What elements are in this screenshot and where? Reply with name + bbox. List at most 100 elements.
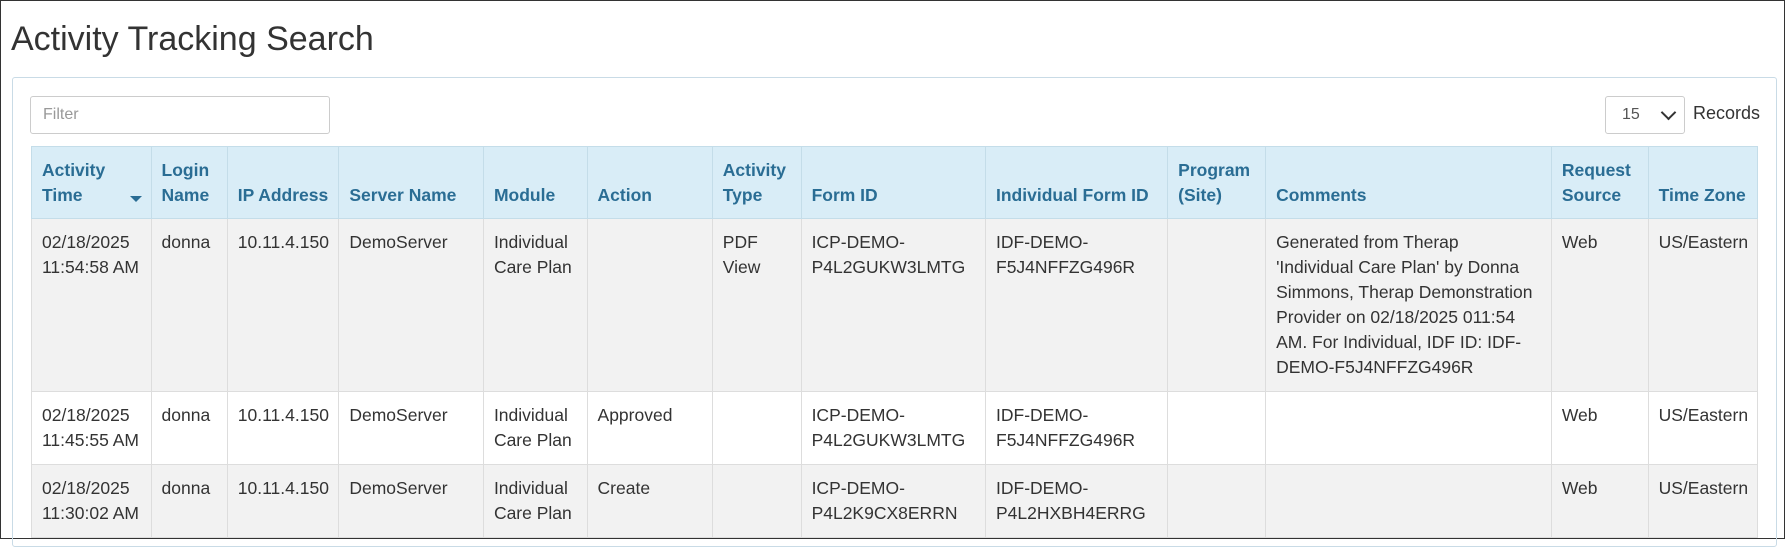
cell-server-name: DemoServer xyxy=(338,391,484,465)
cell-text: Individual xyxy=(493,232,568,252)
cell-text: IDF-DEMO- xyxy=(996,405,1089,425)
table-row[interactable]: 02/18/2025 11:30:02 AM donna 10.11.4.150 Dem… xyxy=(31,464,1759,538)
cell-text: 11:45:55 AM xyxy=(42,430,139,450)
cell-text: US/Eastern xyxy=(1658,478,1749,498)
column-header-individual-form-id[interactable]: Individual Form ID xyxy=(984,146,1169,219)
cell-action: Approved xyxy=(586,391,713,465)
cell-login-name: donna xyxy=(150,391,228,465)
cell-activity-type xyxy=(711,464,802,538)
cell-comments xyxy=(1265,464,1552,538)
cell-login-name: donna xyxy=(150,464,228,538)
cell-text: DEMO-F5J4NFFZG496R xyxy=(1276,357,1474,377)
cell-text: DemoServer xyxy=(349,405,448,425)
column-header-label: Type xyxy=(722,185,763,205)
cell-form-id: ICP-DEMO- P4L2GUKW3LMTG xyxy=(800,391,987,465)
column-header-login-name[interactable]: Login Name xyxy=(150,146,228,219)
column-header-label xyxy=(996,158,1157,183)
cell-text: Care Plan xyxy=(493,503,572,523)
column-header-activity-type[interactable]: Activity Type xyxy=(711,146,802,219)
cell-text: Web xyxy=(1561,405,1598,425)
column-header-label: (Site) xyxy=(1178,185,1222,205)
column-header-label: Name xyxy=(161,185,210,205)
cell-action: Create xyxy=(586,464,713,538)
cell-text: DemoServer xyxy=(349,478,448,498)
table-body: 02/18/2025 11:54:58 AM donna 10.11.4.150 Dem… xyxy=(31,218,1759,538)
filter-input[interactable] xyxy=(30,96,330,134)
header-row: Activity Time Login Name IP Address Server … xyxy=(31,146,1759,219)
column-header-ip-address[interactable]: IP Address xyxy=(226,146,340,219)
cell-text: Create xyxy=(597,478,651,498)
cell-time-zone: US/Eastern xyxy=(1647,391,1759,465)
cell-individual-form-id: IDF-DEMO- F5J4NFFZG496R xyxy=(984,218,1169,392)
column-header-label: Individual Form ID xyxy=(996,185,1149,205)
cell-server-name: DemoServer xyxy=(338,218,484,392)
column-header-comments[interactable]: Comments xyxy=(1265,146,1552,219)
column-header-label: Time xyxy=(42,185,83,205)
cell-text: IDF-DEMO- xyxy=(996,232,1089,252)
cell-text: donna xyxy=(161,405,211,425)
cell-form-id: ICP-DEMO- P4L2K9CX8ERRN xyxy=(800,464,987,538)
cell-text: PDF xyxy=(722,232,758,252)
table-header: Activity Time Login Name IP Address Server … xyxy=(31,146,1759,219)
column-header-module[interactable]: Module xyxy=(482,146,588,219)
cell-text: View xyxy=(722,257,761,277)
table-row[interactable]: 02/18/2025 11:54:58 AM donna 10.11.4.150 Dem… xyxy=(31,218,1759,392)
column-header-time-zone[interactable]: Time Zone xyxy=(1647,146,1759,219)
table-row[interactable]: 02/18/2025 11:45:55 AM donna 10.11.4.150 Dem… xyxy=(31,391,1759,465)
cell-program-site xyxy=(1167,218,1267,392)
records-per-page-select[interactable]: 15 xyxy=(1605,96,1685,134)
cell-ip-address: 10.11.4.150 xyxy=(226,218,340,392)
cell-text: 11:30:02 AM xyxy=(42,503,139,523)
column-header-label: Time Zone xyxy=(1658,185,1746,205)
column-header-label xyxy=(238,158,329,183)
cell-text: F5J4NFFZG496R xyxy=(996,430,1136,450)
cell-text: Individual xyxy=(493,405,568,425)
column-header-action[interactable]: Action xyxy=(586,146,713,219)
column-header-label xyxy=(349,158,473,183)
cell-text: ICP-DEMO- xyxy=(811,232,905,252)
cell-module: Individual Care Plan xyxy=(482,391,588,465)
cell-text: 02/18/2025 xyxy=(42,478,130,498)
cell-comments: Generated from Therap 'Individual Care Pl… xyxy=(1265,218,1552,392)
cell-text: 11:54:58 AM xyxy=(42,257,139,277)
cell-text: ICP-DEMO- xyxy=(811,478,905,498)
cell-text: 10.11.4.150 xyxy=(237,232,329,252)
cell-program-site xyxy=(1167,464,1267,538)
cell-text: Care Plan xyxy=(493,257,572,277)
cell-program-site xyxy=(1167,391,1267,465)
chevron-down-icon xyxy=(1660,104,1677,121)
column-header-activity-time[interactable]: Activity Time xyxy=(31,146,152,219)
sort-desc-icon[interactable] xyxy=(129,196,142,202)
column-header-form-id[interactable]: Form ID xyxy=(800,146,987,219)
cell-text: Care Plan xyxy=(493,430,572,450)
cell-text: Individual xyxy=(493,478,568,498)
column-header-request-source[interactable]: Request Source xyxy=(1550,146,1649,219)
cell-login-name: donna xyxy=(150,218,228,392)
cell-activity-time: 02/18/2025 11:45:55 AM xyxy=(31,391,152,465)
column-header-label xyxy=(494,158,577,183)
page-title: Activity Tracking Search xyxy=(11,20,374,58)
cell-text: 02/18/2025 xyxy=(42,405,130,425)
cell-text: Provider on 02/18/2025 011:54 xyxy=(1276,307,1516,327)
cell-text: donna xyxy=(161,478,211,498)
cell-text: P4L2HXBH4ERRG xyxy=(996,503,1146,523)
cell-text: Approved xyxy=(597,405,673,425)
column-header-label xyxy=(1276,158,1541,183)
column-header-program-site[interactable]: Program (Site) xyxy=(1167,146,1267,219)
column-header-label: Module xyxy=(493,185,556,205)
column-header-label xyxy=(1659,158,1747,183)
column-header-label: IP Address xyxy=(237,185,329,205)
cell-text: donna xyxy=(161,232,211,252)
column-header-label: Source xyxy=(1561,185,1622,205)
activity-table: Activity Time Login Name IP Address Server … xyxy=(31,146,1759,538)
cell-text: Generated from Therap xyxy=(1276,232,1459,252)
column-header-server-name[interactable]: Server Name xyxy=(338,146,484,219)
cell-text: Web xyxy=(1561,478,1598,498)
cell-text: 'Individual Care Plan' by Donna xyxy=(1276,257,1520,277)
column-header-label xyxy=(598,158,702,183)
cell-individual-form-id: IDF-DEMO- P4L2HXBH4ERRG xyxy=(984,464,1169,538)
cell-text: IDF-DEMO- xyxy=(996,478,1089,498)
column-header-label: Request xyxy=(1561,160,1631,180)
cell-text: F5J4NFFZG496R xyxy=(996,257,1136,277)
column-header-label: Comments xyxy=(1276,185,1367,205)
